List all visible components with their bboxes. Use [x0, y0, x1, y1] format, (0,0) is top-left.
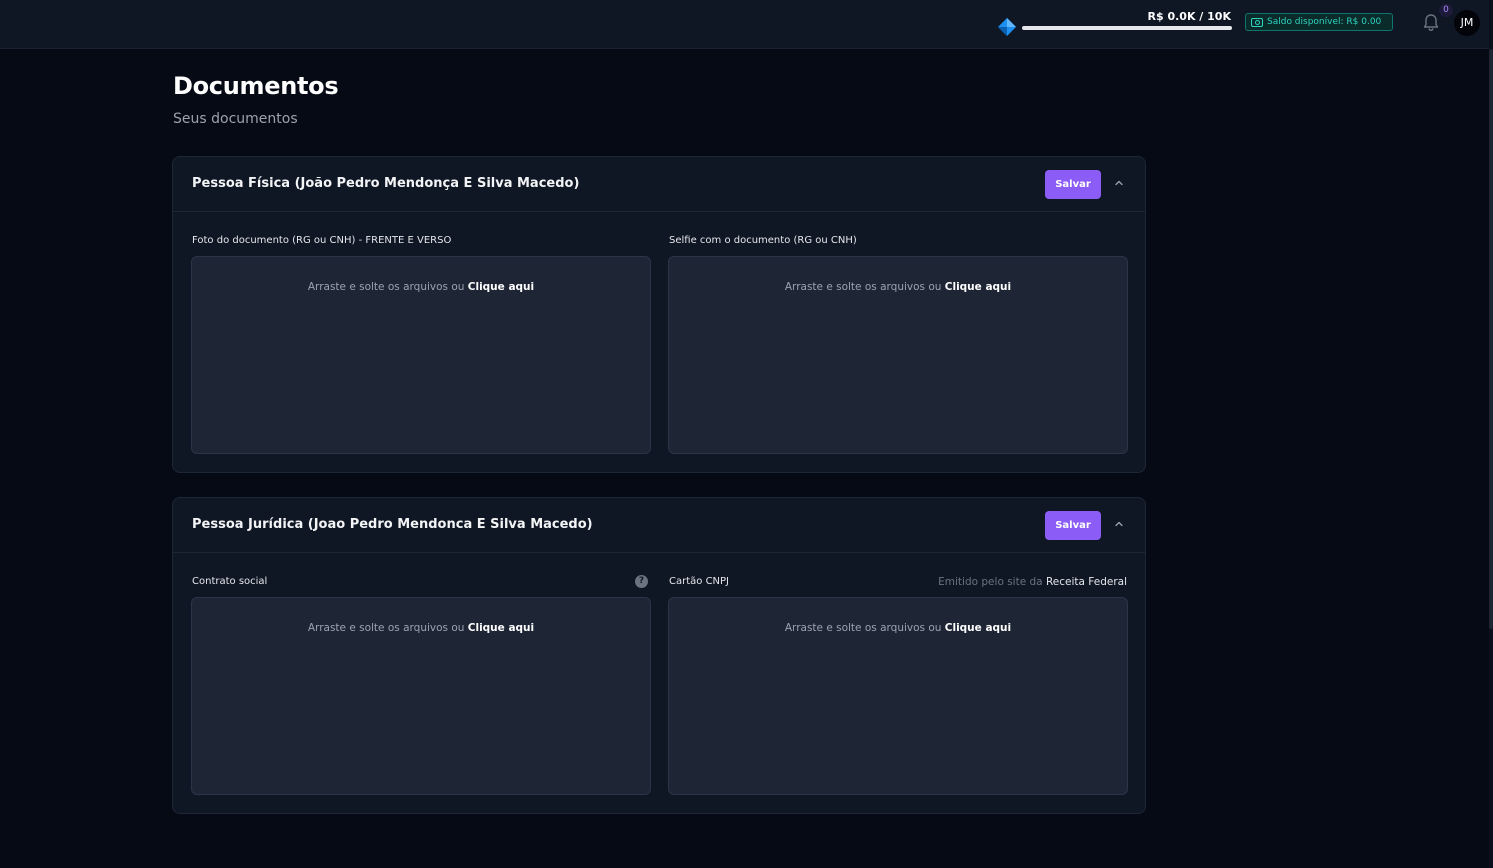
save-button[interactable]: Salvar [1045, 511, 1101, 540]
upload-link[interactable]: Clique aqui [945, 622, 1011, 634]
page-title: Documentos [173, 72, 339, 100]
save-button[interactable]: Salvar [1045, 170, 1101, 199]
goal-progress-bar [1022, 26, 1232, 30]
goal-progress-text: R$ 0.0K / 10K [1147, 10, 1231, 23]
panel-title: Pessoa Física (João Pedro Mendonça E Sil… [192, 176, 580, 191]
document-photo-label: Foto do documento (RG ou CNH) - FRENTE E… [192, 235, 452, 246]
panel-header[interactable]: Pessoa Física (João Pedro Mendonça E Sil… [173, 157, 1145, 212]
balance-badge[interactable]: Saldo disponível: R$ 0.00 [1245, 13, 1393, 31]
dropzone-text: Arraste e solte os arquivos ou Clique aq… [307, 281, 535, 293]
panel-title: Pessoa Jurídica (Joao Pedro Mendonca E S… [192, 517, 593, 532]
balance-label: Saldo disponível: R$ 0.00 [1267, 17, 1382, 27]
money-icon [1251, 17, 1263, 27]
pessoa-fisica-panel: Pessoa Física (João Pedro Mendonça E Sil… [172, 156, 1146, 473]
receita-federal-link[interactable]: Receita Federal [1046, 576, 1127, 588]
dropzone-text: Arraste e solte os arquivos ou Clique aq… [307, 622, 535, 634]
selfie-dropzone[interactable]: Arraste e solte os arquivos ou Clique aq… [668, 256, 1128, 454]
cnpj-card-dropzone[interactable]: Arraste e solte os arquivos ou Clique aq… [668, 597, 1128, 795]
scrollbar-thumb[interactable] [1489, 49, 1493, 629]
selfie-label: Selfie com o documento (RG ou CNH) [669, 235, 857, 246]
upload-link[interactable]: Clique aqui [468, 281, 534, 293]
dropzone-text: Arraste e solte os arquivos ou Clique aq… [784, 281, 1012, 293]
avatar[interactable]: JM [1454, 10, 1480, 36]
chevron-up-icon[interactable] [1113, 177, 1125, 189]
chevron-up-icon[interactable] [1113, 518, 1125, 530]
page-subtitle: Seus documentos [173, 111, 298, 127]
diamond-icon [998, 18, 1016, 36]
document-photo-dropzone[interactable]: Arraste e solte os arquivos ou Clique aq… [191, 256, 651, 454]
bell-icon[interactable] [1422, 13, 1440, 32]
panel-header[interactable]: Pessoa Jurídica (Joao Pedro Mendonca E S… [173, 498, 1145, 553]
help-icon[interactable]: ? [635, 575, 648, 588]
notification-count: 0 [1439, 4, 1453, 17]
dropzone-text: Arraste e solte os arquivos ou Clique aq… [784, 622, 1012, 634]
social-contract-dropzone[interactable]: Arraste e solte os arquivos ou Clique aq… [191, 597, 651, 795]
pessoa-juridica-panel: Pessoa Jurídica (Joao Pedro Mendonca E S… [172, 497, 1146, 814]
top-bar: R$ 0.0K / 10K Saldo disponível: R$ 0.00 … [0, 0, 1489, 49]
cnpj-card-label: Cartão CNPJ [669, 576, 730, 587]
upload-link[interactable]: Clique aqui [468, 622, 534, 634]
cnpj-hint: Emitido pelo site da Receita Federal [938, 576, 1127, 588]
upload-link[interactable]: Clique aqui [945, 281, 1011, 293]
social-contract-label: Contrato social [192, 576, 268, 587]
